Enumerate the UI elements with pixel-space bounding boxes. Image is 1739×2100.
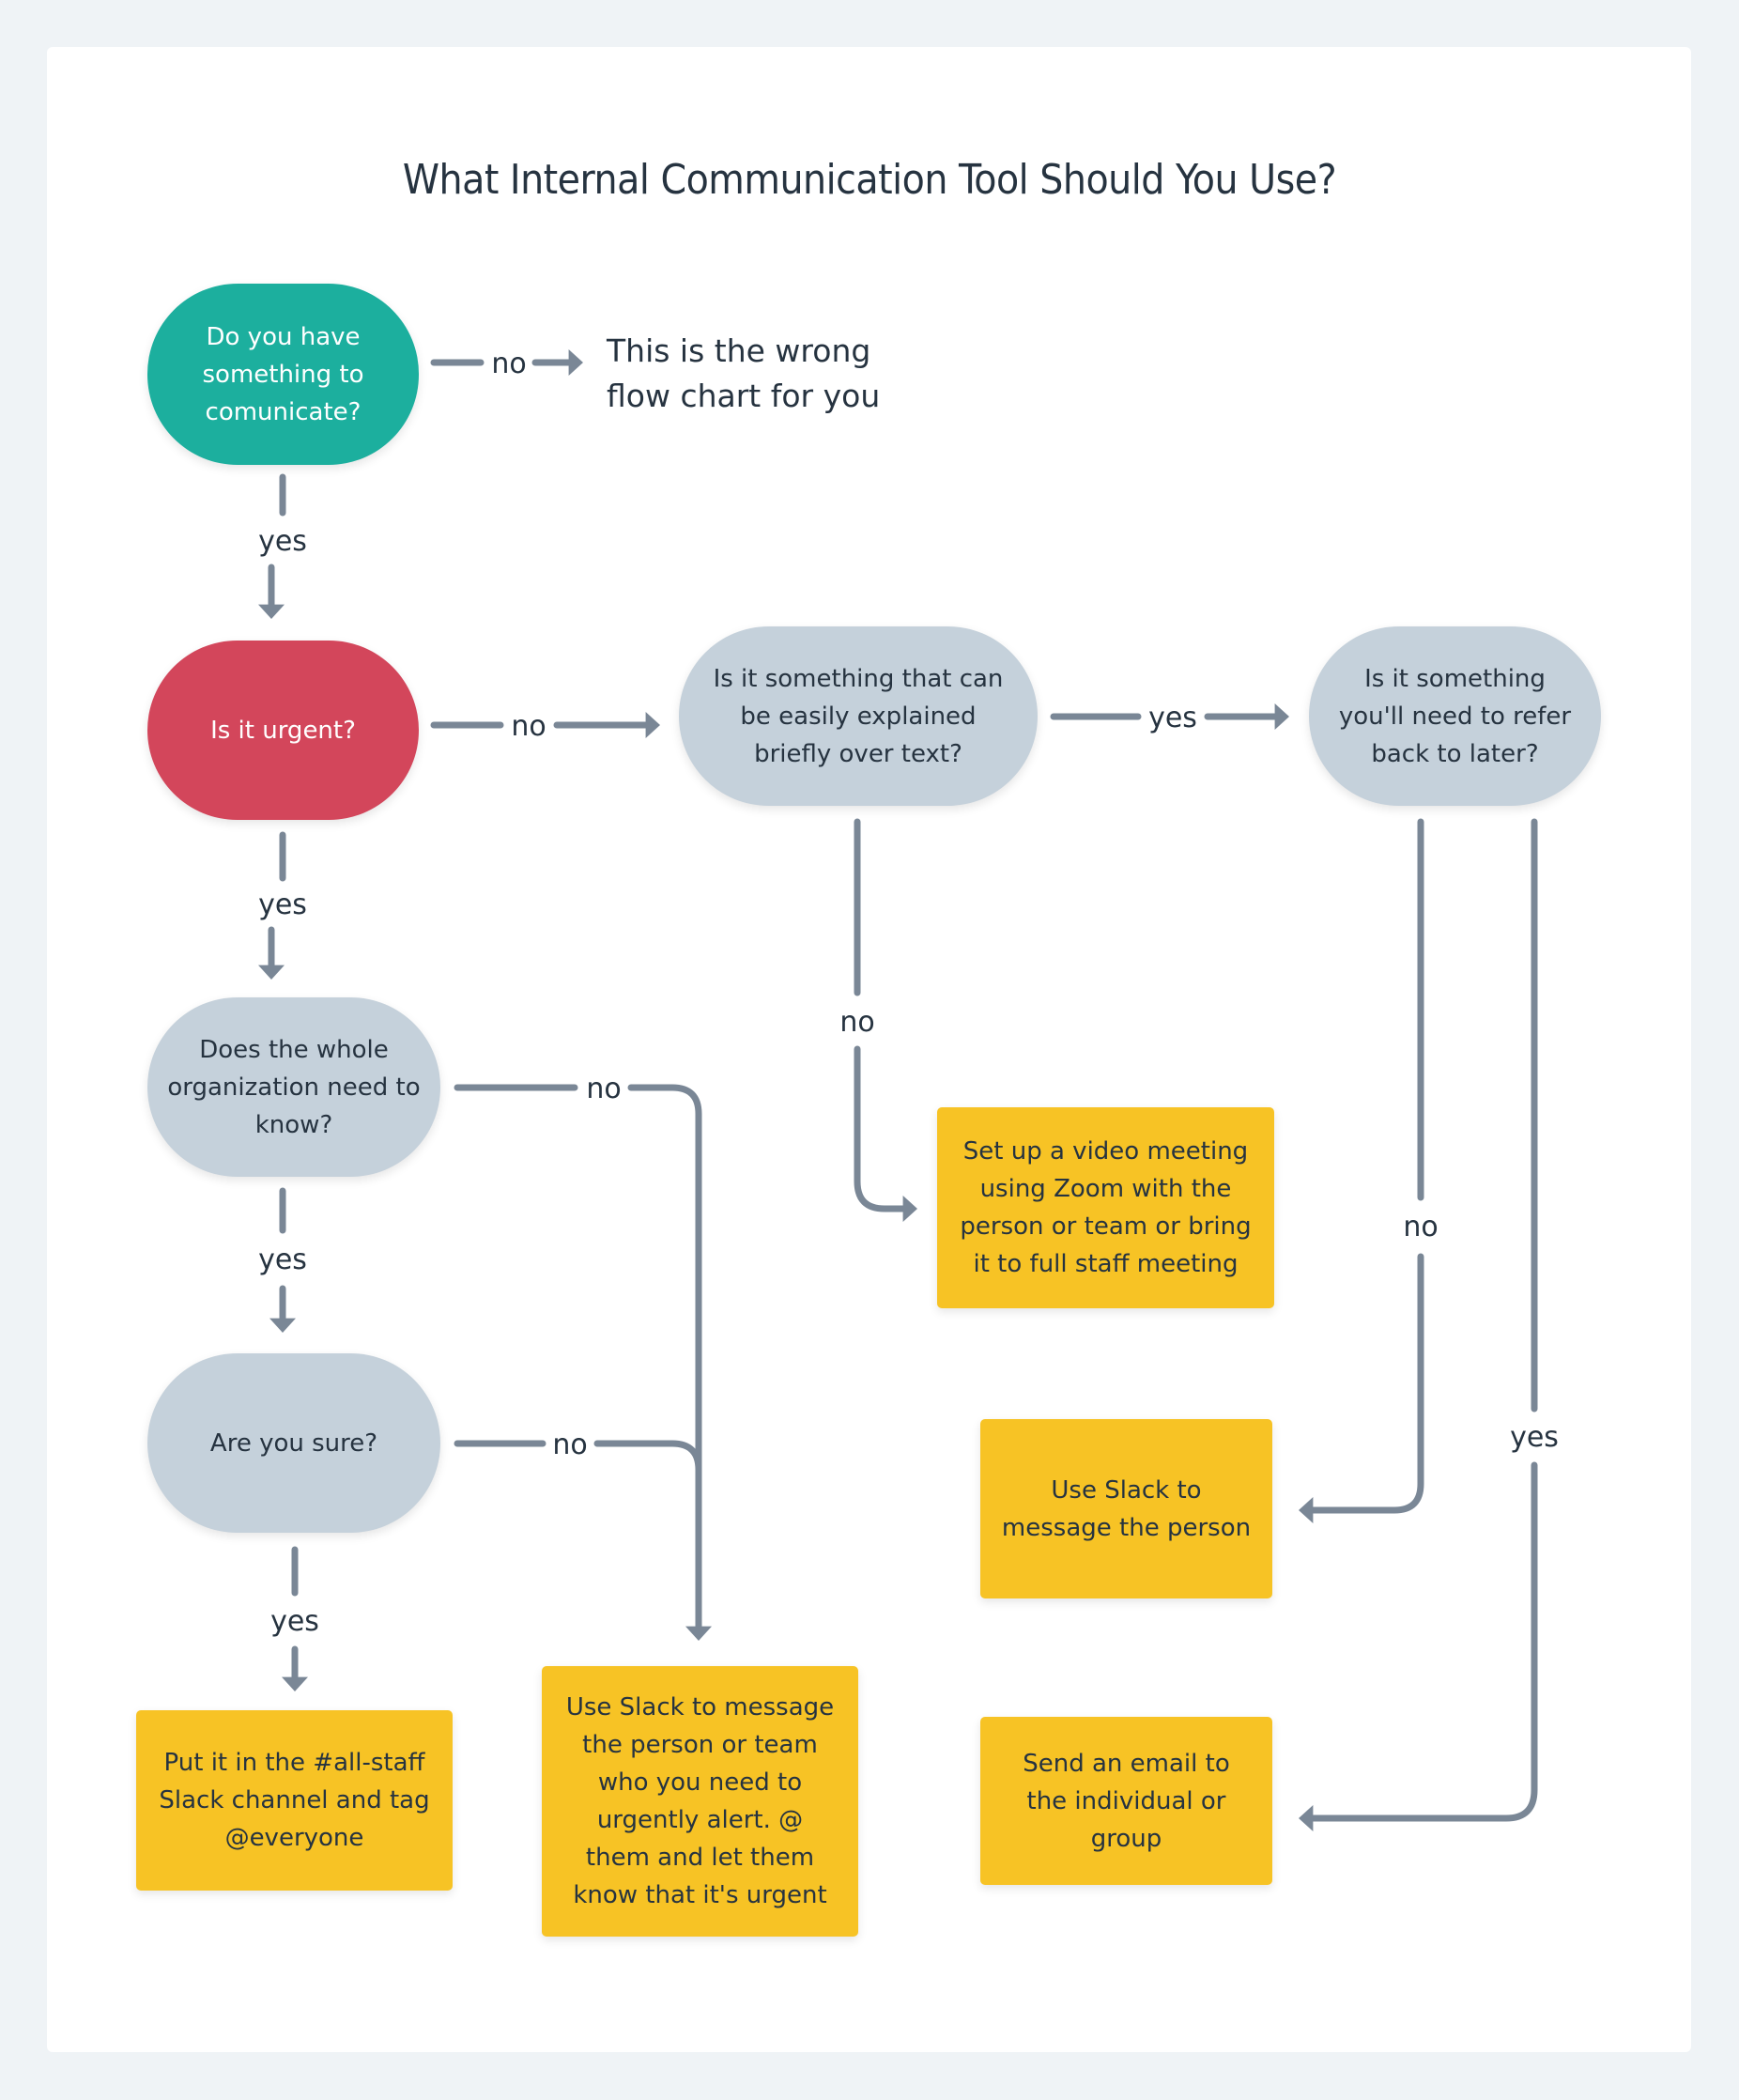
- outcome-slack-urgent: Use Slack to message the person or team …: [542, 1666, 858, 1937]
- edge-label-urgent-yes: yes: [254, 891, 311, 919]
- node-urgent: Is it urgent?: [147, 641, 419, 820]
- edge-label-start-yes: yes: [254, 528, 311, 556]
- node-refer-back: Is it something you'll need to refer bac…: [1309, 626, 1601, 806]
- edge-text-no-b: [854, 1045, 917, 1222]
- edge-label-text-no: no: [836, 1009, 879, 1037]
- outcome-video-meeting: Set up a video meeting using Zoom with t…: [937, 1107, 1274, 1308]
- edge-label-text-yes: yes: [1145, 704, 1201, 733]
- edge-label-sure-no: no: [548, 1431, 592, 1459]
- node-whole-org: Does the whole organization need to know…: [147, 997, 440, 1177]
- edge-label-refer-yes: yes: [1506, 1424, 1562, 1452]
- node-wrong-chart: This is the wrong flow chart for you: [607, 332, 881, 414]
- edge-sure-no-b: [593, 1440, 702, 1474]
- edge-refer-yes-b: [1299, 1461, 1538, 1831]
- outcome-slack-person: Use Slack to message the person: [980, 1419, 1272, 1598]
- edge-org-no-b: [627, 1084, 712, 1641]
- outcome-all-staff: Put it in the #all-staff Slack channel a…: [136, 1710, 453, 1891]
- edge-label-urgent-no: no: [507, 713, 550, 741]
- node-are-you-sure: Are you sure?: [147, 1353, 440, 1533]
- edge-label-org-yes: yes: [254, 1246, 311, 1274]
- edge-refer-no-b: [1299, 1253, 1424, 1523]
- edge-label-start-no: no: [487, 350, 531, 378]
- outcome-email: Send an email to the individual or group: [980, 1717, 1272, 1885]
- edge-label-refer-no: no: [1399, 1213, 1442, 1242]
- node-text-explain: Is it something that can be easily expla…: [679, 626, 1038, 806]
- node-start: Do you have something to comunicate?: [147, 284, 419, 465]
- edge-label-sure-yes: yes: [267, 1608, 323, 1636]
- edge-label-org-no: no: [582, 1075, 625, 1104]
